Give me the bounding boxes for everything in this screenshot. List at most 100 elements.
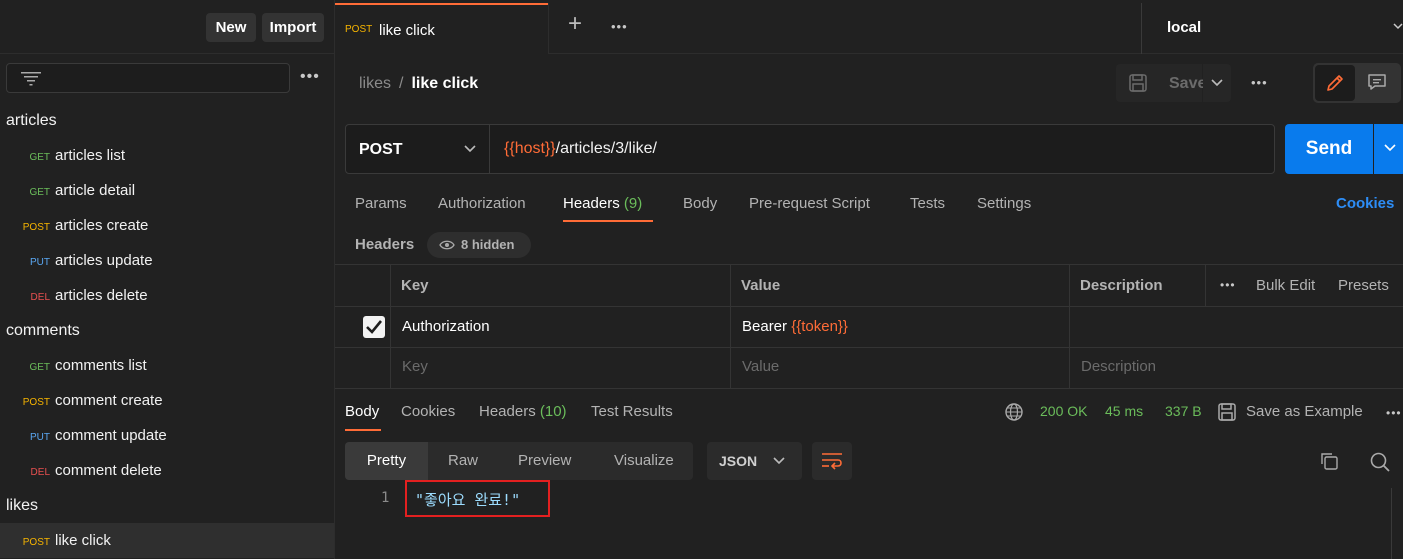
tab-body[interactable]: Body xyxy=(683,195,717,212)
tab-settings[interactable]: Settings xyxy=(977,195,1031,212)
tab-params[interactable]: Params xyxy=(355,195,407,212)
presets-label: Presets xyxy=(1338,277,1389,294)
globe-icon[interactable] xyxy=(1005,403,1023,421)
tab-like-click[interactable]: POST like click xyxy=(335,3,549,54)
view-raw-button[interactable]: Raw xyxy=(448,442,478,480)
response-format-select[interactable]: JSON xyxy=(707,442,802,480)
sidebar-request-articles-create[interactable]: POST articles create xyxy=(0,208,334,243)
send-dropdown-button[interactable] xyxy=(1374,124,1403,174)
new-tab-plus-icon[interactable]: + xyxy=(565,12,585,36)
new-key-input[interactable]: Key xyxy=(402,358,428,375)
view-preview-button[interactable]: Preview xyxy=(518,442,571,480)
method-select[interactable]: POST xyxy=(346,125,490,173)
sidebar-request-comment-create[interactable]: POST comment create xyxy=(0,383,334,418)
sidebar-header: New Import xyxy=(0,0,335,54)
sidebar-request-comment-delete[interactable]: DEL comment delete xyxy=(0,453,334,488)
view-visualize-button[interactable]: Visualize xyxy=(614,442,674,480)
wrap-lines-icon xyxy=(822,453,842,470)
tab-authorization[interactable]: Authorization xyxy=(438,195,526,212)
send-button[interactable]: Send xyxy=(1285,124,1373,174)
bulk-edit-button[interactable]: Bulk Edit xyxy=(1256,277,1315,294)
table-border xyxy=(335,264,1403,265)
table-border xyxy=(1069,264,1070,389)
method-badge: PUT xyxy=(30,432,50,443)
tab-tests[interactable]: Tests xyxy=(910,195,945,212)
new-button[interactable]: New xyxy=(206,13,256,42)
chevron-down-icon[interactable] xyxy=(1393,21,1403,31)
hidden-headers-toggle[interactable]: 8 hidden xyxy=(427,232,531,258)
sidebar-folder-articles[interactable]: articles xyxy=(0,103,334,138)
cookies-link[interactable]: Cookies xyxy=(1336,195,1394,212)
copy-icon[interactable] xyxy=(1320,452,1338,470)
method-select-value: POST xyxy=(359,141,403,158)
search-icon[interactable] xyxy=(1370,452,1390,472)
sidebar-folder-likes[interactable]: likes xyxy=(0,488,334,523)
method-badge: POST xyxy=(22,537,50,548)
table-border xyxy=(335,306,1403,307)
response-tab-cookies[interactable]: Cookies xyxy=(401,403,455,420)
response-more-icon[interactable]: ••• xyxy=(1386,406,1402,420)
tab-headers-label: Headers xyxy=(563,195,620,212)
sidebar-folder-comments[interactable]: comments xyxy=(0,313,334,348)
column-header-description: Description xyxy=(1080,277,1163,294)
method-badge: POST xyxy=(22,397,50,408)
response-status[interactable]: 200 OK xyxy=(1040,403,1087,419)
main-panel: POST like click + ••• local likes / like c… xyxy=(335,0,1403,559)
env-divider xyxy=(1141,3,1142,54)
new-value-input[interactable]: Value xyxy=(742,358,779,375)
sidebar-request-articles-delete[interactable]: DEL articles delete xyxy=(0,278,334,313)
tab-prerequest-script[interactable]: Pre-request Script xyxy=(749,195,870,212)
response-time[interactable]: 45 ms xyxy=(1105,403,1143,419)
table-border xyxy=(335,347,1403,348)
sidebar-request-article-detail[interactable]: GET article detail xyxy=(0,173,334,208)
tab-headers[interactable]: Headers (9) xyxy=(563,195,642,212)
line-number: 1 xyxy=(381,490,390,506)
sidebar-request-like-click[interactable]: POST like click xyxy=(0,523,334,558)
chevron-down-icon xyxy=(1384,144,1396,152)
sidebar-request-comments-list[interactable]: GET comments list xyxy=(0,348,334,383)
chevron-down-icon xyxy=(1211,79,1223,87)
method-badge: DEL xyxy=(30,292,50,303)
header-key-cell[interactable]: Authorization xyxy=(402,318,490,335)
folder-label: articles xyxy=(6,112,57,129)
request-more-icon[interactable]: ••• xyxy=(1251,75,1268,90)
header-row-checkbox[interactable] xyxy=(363,316,385,338)
import-button[interactable]: Import xyxy=(262,13,324,42)
table-more-icon[interactable]: ••• xyxy=(1220,278,1236,292)
presets-dropdown[interactable]: Presets xyxy=(1338,277,1389,294)
sidebar-request-articles-list[interactable]: GET articles list xyxy=(0,138,334,173)
tab-method-badge: POST xyxy=(345,24,373,35)
breadcrumb-current[interactable]: like click xyxy=(411,75,478,92)
response-tab-body[interactable]: Body xyxy=(345,403,379,420)
table-border xyxy=(335,388,1403,389)
save-button[interactable]: Save xyxy=(1116,64,1206,102)
wrap-lines-button[interactable] xyxy=(812,442,852,480)
method-badge: DEL xyxy=(30,467,50,478)
tab-more-icon[interactable]: ••• xyxy=(611,19,628,34)
request-label: comment create xyxy=(55,392,163,409)
response-tab-headers[interactable]: Headers (10) xyxy=(479,403,567,420)
new-description-input[interactable]: Description xyxy=(1081,358,1156,375)
sidebar: New Import ••• articles GET articles list G… xyxy=(0,0,335,559)
view-pretty-button[interactable]: Pretty xyxy=(345,442,428,480)
sidebar-request-articles-update[interactable]: PUT articles update xyxy=(0,243,334,278)
sidebar-request-comment-update[interactable]: PUT comment update xyxy=(0,418,334,453)
response-size[interactable]: 337 B xyxy=(1165,403,1202,419)
response-view-toggle: Pretty Raw Preview Visualize xyxy=(345,442,693,480)
edit-toggle-button[interactable] xyxy=(1315,65,1355,101)
column-header-key: Key xyxy=(401,277,429,294)
scrollbar[interactable] xyxy=(1391,488,1392,559)
save-dropdown-button[interactable] xyxy=(1203,64,1231,102)
breadcrumb-parent[interactable]: likes xyxy=(359,75,391,92)
table-border xyxy=(1205,264,1206,306)
filter-search-input[interactable] xyxy=(6,63,290,93)
comment-icon xyxy=(1368,74,1386,90)
save-as-example-button[interactable]: Save as Example xyxy=(1218,403,1363,421)
url-input[interactable]: {{host}}/articles/3/like/ xyxy=(504,140,657,158)
breadcrumb-separator: / xyxy=(399,75,404,92)
response-tab-test-results[interactable]: Test Results xyxy=(591,403,673,420)
environment-select[interactable]: local xyxy=(1167,19,1201,36)
header-value-cell[interactable]: Bearer {{token}} xyxy=(742,318,848,335)
request-label: like click xyxy=(55,532,111,549)
sidebar-more-icon[interactable]: ••• xyxy=(300,68,320,86)
